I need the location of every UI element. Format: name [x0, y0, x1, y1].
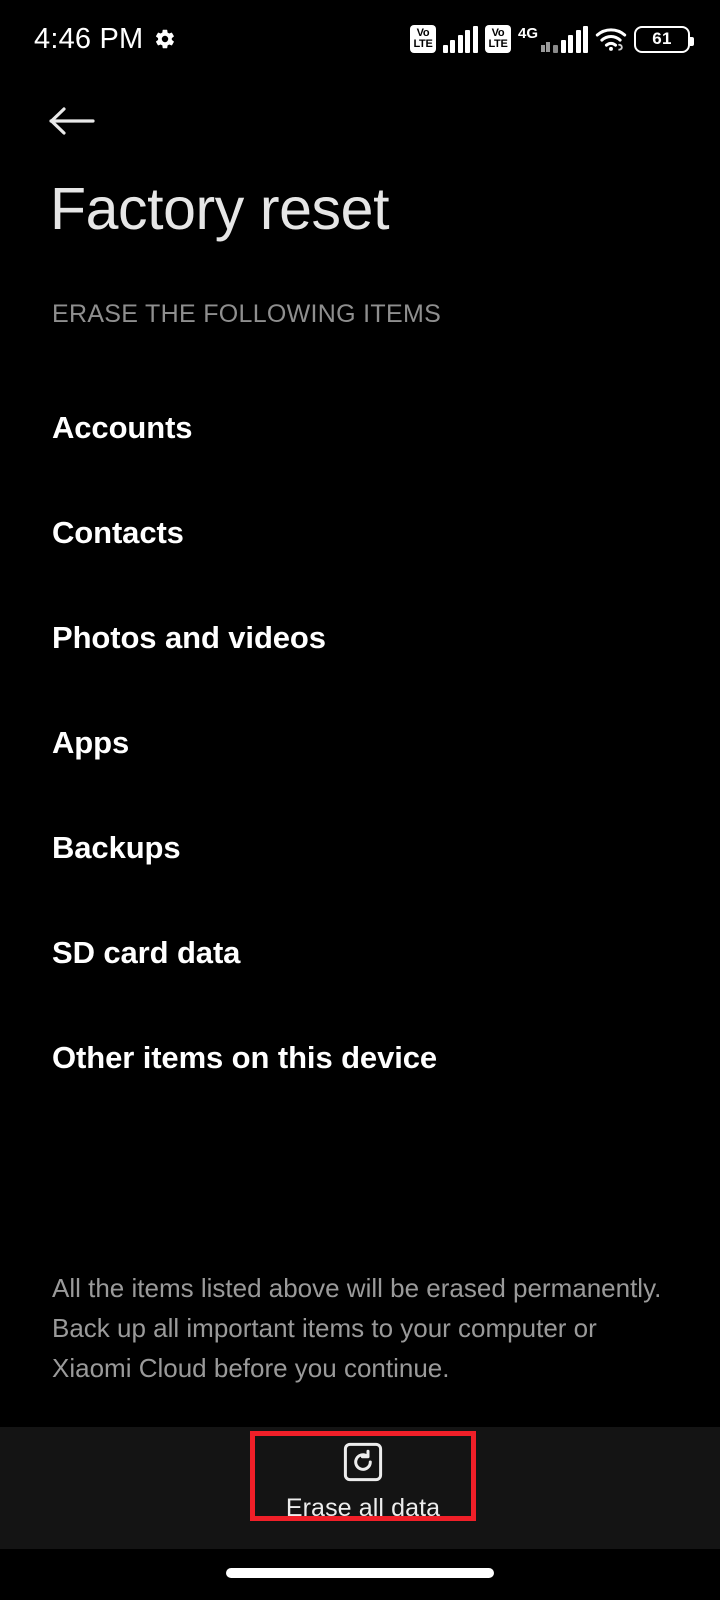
erase-all-data-button[interactable]: Erase all data — [256, 1438, 470, 1522]
list-item-label: Backups — [52, 829, 181, 865]
volte-sim2-bottom: LTE — [488, 38, 508, 50]
status-bar-right: Vo LTE Vo LTE 4G 61 — [409, 24, 694, 53]
list-item[interactable]: Backups — [52, 795, 672, 900]
reset-restore-icon — [343, 1442, 383, 1482]
list-item-label: Accounts — [52, 409, 193, 445]
list-item-label: Photos and videos — [52, 619, 326, 655]
list-item[interactable]: Apps — [52, 690, 672, 795]
erase-items-list: Accounts Contacts Photos and videos Apps… — [52, 375, 672, 1110]
status-bar-left: 4:46 PM — [34, 23, 176, 56]
phone-screen: 4:46 PM Vo LTE Vo LTE 4G 61 Factory rese… — [0, 0, 720, 1600]
back-button[interactable] — [38, 92, 106, 150]
back-arrow-icon — [48, 104, 96, 138]
list-item-label: Apps — [52, 724, 130, 760]
signal-bars-sim1-icon — [442, 25, 478, 53]
home-gesture-pill[interactable] — [226, 1568, 494, 1578]
volte-sim1-bottom: LTE — [413, 38, 433, 50]
wifi-icon — [595, 26, 627, 52]
network-type-label: 4G — [517, 24, 538, 42]
gear-icon — [154, 28, 176, 50]
data-activity-icon — [541, 41, 550, 52]
status-bar: 4:46 PM Vo LTE Vo LTE 4G 61 — [0, 0, 720, 78]
erase-all-data-label: Erase all data — [285, 1494, 441, 1522]
list-item-label: Other items on this device — [52, 1039, 438, 1075]
mobile-data-group: 4G — [517, 24, 588, 53]
list-item-label: SD card data — [52, 934, 241, 970]
volte-sim1-icon: Vo LTE — [409, 25, 436, 53]
volte-sim2-icon: Vo LTE — [484, 25, 511, 53]
list-item[interactable]: Accounts — [52, 375, 672, 480]
battery-indicator: 61 — [634, 25, 694, 53]
battery-level-label: 61 — [652, 29, 672, 48]
page-title: Factory reset — [50, 176, 390, 242]
status-bar-clock: 4:46 PM — [34, 22, 144, 55]
footer-paragraph: All the items listed above will be erase… — [52, 1273, 662, 1383]
list-item[interactable]: Contacts — [52, 480, 672, 585]
list-item[interactable]: Other items on this device — [52, 1005, 672, 1110]
list-item-label: Contacts — [52, 514, 184, 550]
signal-bars-sim2-icon — [553, 25, 588, 53]
list-item[interactable]: Photos and videos — [52, 585, 672, 690]
list-item[interactable]: SD card data — [52, 900, 672, 1005]
section-header: ERASE THE FOLLOWING ITEMS — [52, 300, 442, 328]
